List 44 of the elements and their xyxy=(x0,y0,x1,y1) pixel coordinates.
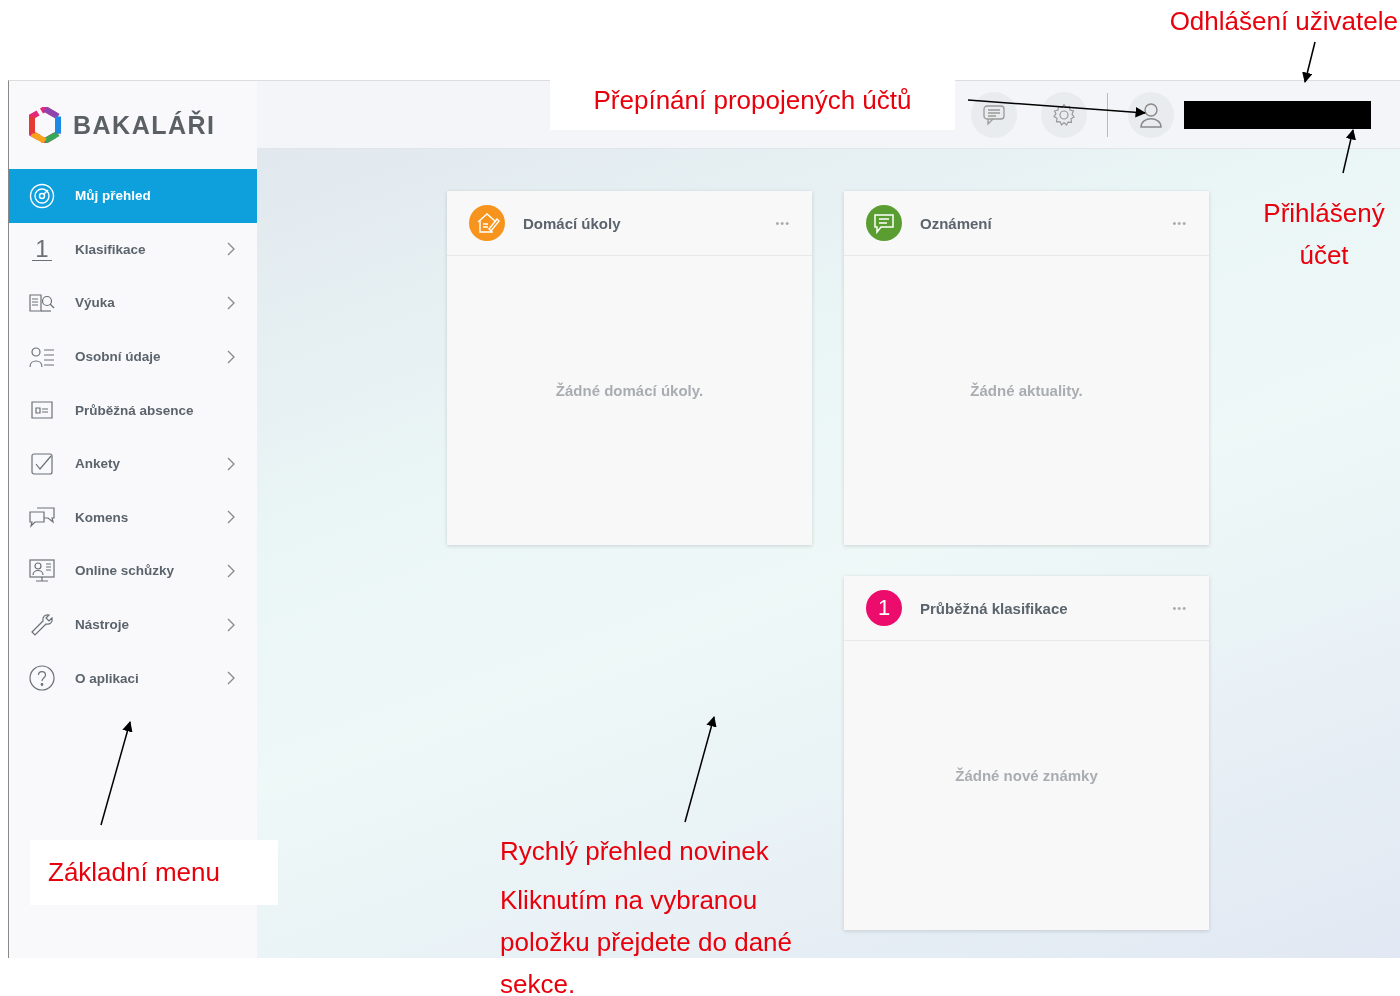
sidebar-item[interactable]: Ankety xyxy=(9,436,257,491)
user-icon xyxy=(1139,101,1163,128)
empty-message: Žádné aktuality. xyxy=(970,382,1083,399)
person-list-icon xyxy=(29,345,55,368)
annotation-arrow xyxy=(1342,129,1356,174)
message-icon xyxy=(982,103,1006,126)
sidebar-item[interactable]: Průběžná absence xyxy=(9,383,257,437)
sidebar-item[interactable]: 1 Klasifikace xyxy=(9,222,257,277)
help-icon xyxy=(29,665,55,692)
logo-text: BAKALÁŘI xyxy=(73,110,216,140)
checkbox-icon xyxy=(30,451,54,476)
annotation-text: Přihlášený účet xyxy=(1262,197,1386,272)
account-switch-button[interactable] xyxy=(1128,91,1174,138)
dashboard-icon xyxy=(29,182,55,209)
annotation-arrow xyxy=(1302,41,1316,83)
book-search-icon xyxy=(29,292,55,314)
wrench-icon xyxy=(30,612,54,637)
annotation-text: Rychlý přehled novinek xyxy=(500,836,769,867)
id-card-icon xyxy=(30,400,54,421)
widget-card[interactable]: Oznámení ••• Žádné aktuality. xyxy=(844,191,1209,545)
widget-card[interactable]: 1 Průběžná klasifikace ••• Žádné nové známky xyxy=(844,576,1209,930)
sidebar-item[interactable]: Online schůzky xyxy=(9,544,257,598)
chat-bubbles-icon xyxy=(29,506,55,529)
settings-button[interactable] xyxy=(1041,91,1087,138)
card-title: Průběžná klasifikace xyxy=(920,599,1069,617)
sidebar-item[interactable]: Můj přehled xyxy=(9,169,257,223)
grade-icon: 1 xyxy=(866,590,902,626)
sidebar-item[interactable]: Nástroje xyxy=(9,597,257,652)
sidebar-item[interactable]: O aplikaci xyxy=(9,651,257,705)
logo-icon xyxy=(29,107,61,143)
messages-button[interactable] xyxy=(971,91,1017,138)
widget-card[interactable]: Domácí úkoly ••• Žádné domácí úkoly. xyxy=(447,191,812,545)
monitor-person-icon xyxy=(29,558,55,583)
card-title: Domácí úkoly xyxy=(523,214,622,232)
sidebar-item[interactable]: Komens xyxy=(9,490,257,545)
empty-message: Žádné nové známky xyxy=(955,767,1098,784)
annotation-text: Kliknutím na vybranou položku přejdete do dané sekce. xyxy=(500,884,793,996)
empty-message: Žádné domácí úkoly. xyxy=(555,382,704,399)
sidebar-item[interactable]: Osobní údaje xyxy=(9,329,257,384)
annotation-text: Odhlášení uživatele xyxy=(1169,6,1398,37)
card-title: Oznámení xyxy=(920,214,993,232)
sidebar-item[interactable]: Výuka xyxy=(9,276,257,330)
settings-icon xyxy=(1052,102,1076,127)
annotation-label: Základní menu xyxy=(30,840,278,905)
